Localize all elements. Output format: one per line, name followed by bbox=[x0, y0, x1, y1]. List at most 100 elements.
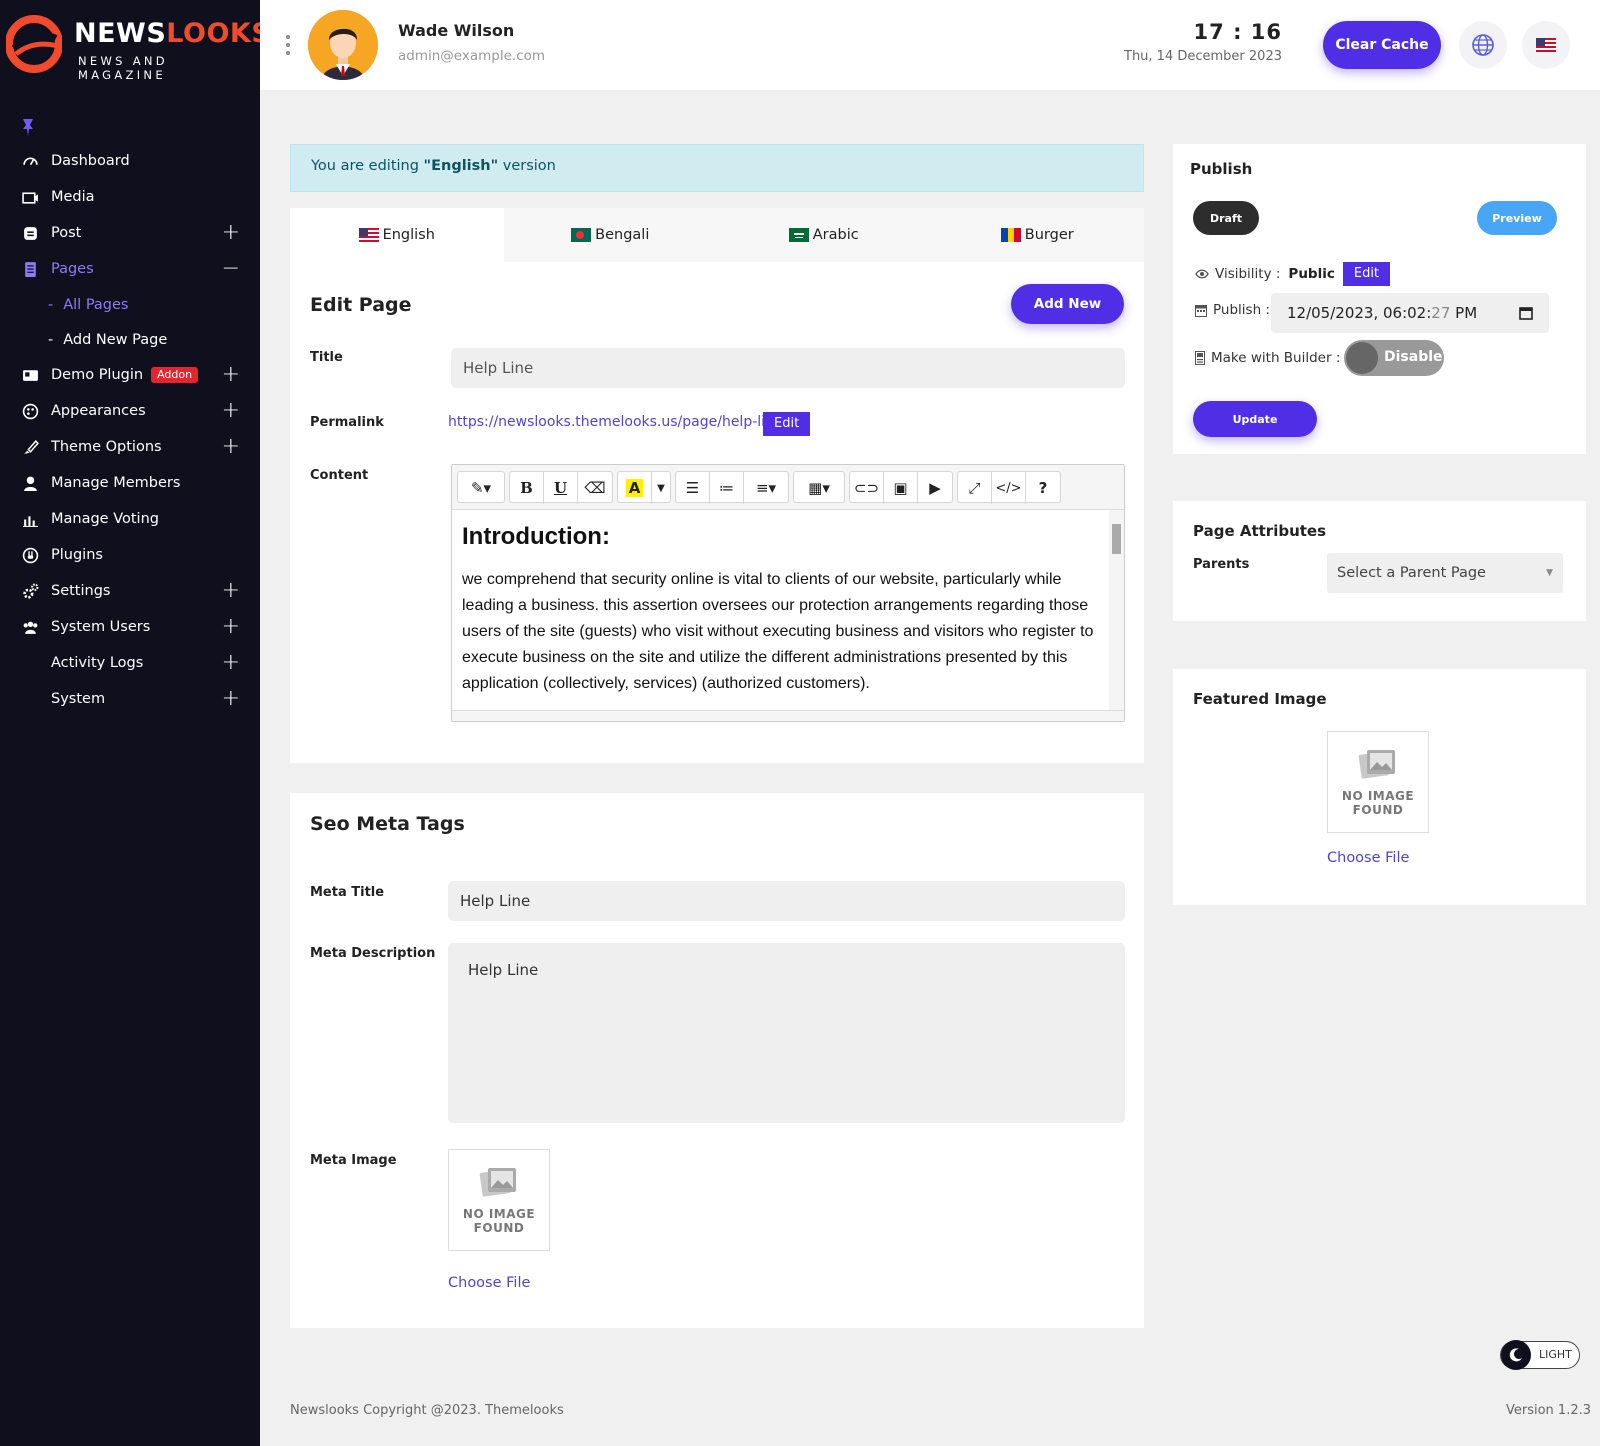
code-view-icon[interactable]: </> bbox=[992, 472, 1026, 504]
underline-icon[interactable]: U bbox=[544, 472, 578, 504]
moldova-flag-icon bbox=[1000, 228, 1021, 242]
language-flag-button[interactable] bbox=[1522, 21, 1570, 69]
sidebar-item-label: Manage Voting bbox=[51, 511, 159, 527]
tab-arabic[interactable]: Arabic bbox=[717, 208, 931, 262]
sidebar-item-label: Media bbox=[51, 189, 95, 205]
expand-plus-icon[interactable]: + bbox=[222, 652, 240, 674]
editor-resize-handle[interactable] bbox=[452, 710, 1124, 721]
user-email: admin@example.com bbox=[398, 48, 546, 64]
sidebar-item-label: Activity Logs bbox=[51, 655, 144, 671]
eraser-icon[interactable]: ⌫ bbox=[578, 472, 612, 504]
avatar[interactable] bbox=[308, 10, 378, 80]
fullscreen-icon[interactable]: ⤢ bbox=[958, 472, 992, 504]
draft-button[interactable]: Draft bbox=[1193, 201, 1259, 235]
calendar-picker-icon[interactable] bbox=[1519, 306, 1533, 320]
magic-style-icon[interactable]: ✎▾ bbox=[458, 472, 504, 504]
video-icon[interactable]: ▶ bbox=[918, 472, 952, 504]
footer-copyright: Newslooks Copyright @2023. Themelooks bbox=[290, 1403, 564, 1418]
meta-image-placeholder[interactable]: NO IMAGE FOUND bbox=[448, 1149, 550, 1251]
permalink-link[interactable]: https://newslooks.themelooks.us/page/hel… bbox=[448, 414, 783, 430]
sidebar-item-demo-plugin[interactable]: Demo Plugin Addon + bbox=[0, 357, 260, 393]
clear-cache-button[interactable]: Clear Cache bbox=[1323, 21, 1441, 69]
sidebar-item-media[interactable]: Media bbox=[0, 179, 260, 215]
meta-title-input[interactable]: Help Line bbox=[448, 881, 1125, 921]
notice-prefix: You are editing bbox=[311, 158, 424, 174]
sidebar-item-manage-members[interactable]: Manage Members bbox=[0, 465, 260, 501]
title-input[interactable]: Help Line bbox=[451, 348, 1125, 388]
sidebar-item-label: Post bbox=[51, 225, 82, 241]
sidebar-item-system[interactable]: System + bbox=[0, 681, 260, 717]
publish-date-input[interactable]: 12/05/2023, 06:02:27 PM bbox=[1271, 293, 1549, 333]
palette-icon bbox=[20, 401, 40, 421]
sidebar-item-label: System Users bbox=[51, 619, 151, 635]
kebab-menu-icon[interactable] bbox=[286, 34, 290, 56]
sidebar-item-label: System bbox=[51, 691, 106, 707]
numbered-list-icon[interactable]: ≔ bbox=[710, 472, 744, 504]
expand-plus-icon[interactable]: + bbox=[222, 400, 240, 422]
sidebar-item-theme-options[interactable]: Theme Options + bbox=[0, 429, 260, 465]
meta-description-label: Meta Description bbox=[310, 946, 436, 961]
eye-icon bbox=[1195, 269, 1209, 279]
help-icon[interactable]: ? bbox=[1026, 472, 1060, 504]
color-dropdown-icon[interactable]: ▼ bbox=[652, 472, 670, 504]
theme-mode-toggle[interactable]: LIGHT bbox=[1500, 1340, 1580, 1370]
expand-plus-icon[interactable]: + bbox=[222, 364, 240, 386]
sidebar-subitem-label: All Pages bbox=[63, 296, 129, 313]
toolbar-group-insert: ⊂⊃ ▣ ▶ bbox=[849, 471, 953, 504]
expand-plus-icon[interactable]: + bbox=[222, 616, 240, 638]
bold-icon[interactable]: B bbox=[510, 472, 544, 504]
sidebar-item-manage-voting[interactable]: Manage Voting bbox=[0, 501, 260, 537]
sidebar: NEWSLOOKS NEWS AND MAGAZINE Dashboard Me… bbox=[0, 0, 271, 1446]
link-icon[interactable]: ⊂⊃ bbox=[850, 472, 884, 504]
brand-logo[interactable]: NEWSLOOKS NEWS AND MAGAZINE bbox=[6, 14, 271, 82]
sidebar-item-dashboard[interactable]: Dashboard bbox=[0, 143, 260, 179]
meta-description-textarea[interactable]: Help Line bbox=[448, 943, 1125, 1123]
image-icon[interactable]: ▣ bbox=[884, 472, 918, 504]
publish-card: Publish Draft Preview Visibility : Publi… bbox=[1173, 144, 1586, 454]
sidebar-subitem-add-new-page[interactable]: - Add New Page bbox=[0, 322, 260, 357]
update-button[interactable]: Update bbox=[1193, 401, 1317, 437]
sidebar-item-label: Settings bbox=[51, 583, 111, 599]
scrollbar-thumb[interactable] bbox=[1112, 524, 1121, 554]
sidebar-subitem-all-pages[interactable]: - All Pages bbox=[0, 287, 260, 322]
meta-image-choose-file[interactable]: Choose File bbox=[448, 1275, 530, 1291]
permalink-edit-button[interactable]: Edit bbox=[763, 412, 811, 436]
sidebar-item-appearances[interactable]: Appearances + bbox=[0, 393, 260, 429]
tab-burger[interactable]: Burger bbox=[931, 208, 1145, 262]
text-color-icon[interactable]: A bbox=[618, 472, 652, 504]
add-new-button[interactable]: Add New bbox=[1011, 284, 1124, 324]
pin-icon[interactable] bbox=[19, 117, 37, 137]
collapse-minus-icon[interactable]: − bbox=[222, 258, 240, 280]
sidebar-item-activity-logs[interactable]: Activity Logs + bbox=[0, 645, 260, 681]
expand-plus-icon[interactable]: + bbox=[222, 580, 240, 602]
preview-button[interactable]: Preview bbox=[1477, 201, 1557, 235]
post-icon bbox=[20, 223, 40, 243]
language-globe-button[interactable] bbox=[1459, 21, 1507, 69]
editor-scrollbar[interactable] bbox=[1109, 510, 1124, 710]
sidebar-item-label: Plugins bbox=[51, 547, 103, 563]
expand-plus-icon[interactable]: + bbox=[222, 222, 240, 244]
sidebar-item-system-users[interactable]: System Users + bbox=[0, 609, 260, 645]
bullet-list-icon[interactable]: ☰ bbox=[676, 472, 710, 504]
sidebar-item-settings[interactable]: Settings + bbox=[0, 573, 260, 609]
featured-image-card: Featured Image NO IMAGE FOUND Choose Fil… bbox=[1173, 669, 1586, 905]
table-icon[interactable]: ▦▾ bbox=[794, 472, 844, 504]
featured-image-placeholder[interactable]: NO IMAGE FOUND bbox=[1327, 731, 1429, 833]
parent-page-select[interactable]: Select a Parent Page ▼ bbox=[1327, 553, 1563, 593]
expand-plus-icon[interactable]: + bbox=[222, 688, 240, 710]
sidebar-item-pages[interactable]: Pages − bbox=[0, 251, 260, 287]
toolbar-group-view: ⤢ </> ? bbox=[957, 471, 1061, 504]
tab-bengali[interactable]: Bengali bbox=[504, 208, 718, 262]
builder-toggle[interactable]: Disable bbox=[1344, 340, 1444, 376]
tab-english[interactable]: English bbox=[290, 208, 504, 262]
visibility-edit-button[interactable]: Edit bbox=[1342, 262, 1391, 286]
bangladesh-flag-icon bbox=[571, 228, 592, 242]
editor-content[interactable]: Introduction: we comprehend that securit… bbox=[462, 517, 1098, 697]
sidebar-item-post[interactable]: Post + bbox=[0, 215, 260, 251]
dash-marker: - bbox=[48, 331, 54, 348]
toggle-knob bbox=[1346, 342, 1378, 374]
align-icon[interactable]: ≡▾ bbox=[744, 472, 788, 504]
featured-image-choose-file[interactable]: Choose File bbox=[1327, 850, 1409, 866]
expand-plus-icon[interactable]: + bbox=[222, 436, 240, 458]
sidebar-item-plugins[interactable]: Plugins bbox=[0, 537, 260, 573]
